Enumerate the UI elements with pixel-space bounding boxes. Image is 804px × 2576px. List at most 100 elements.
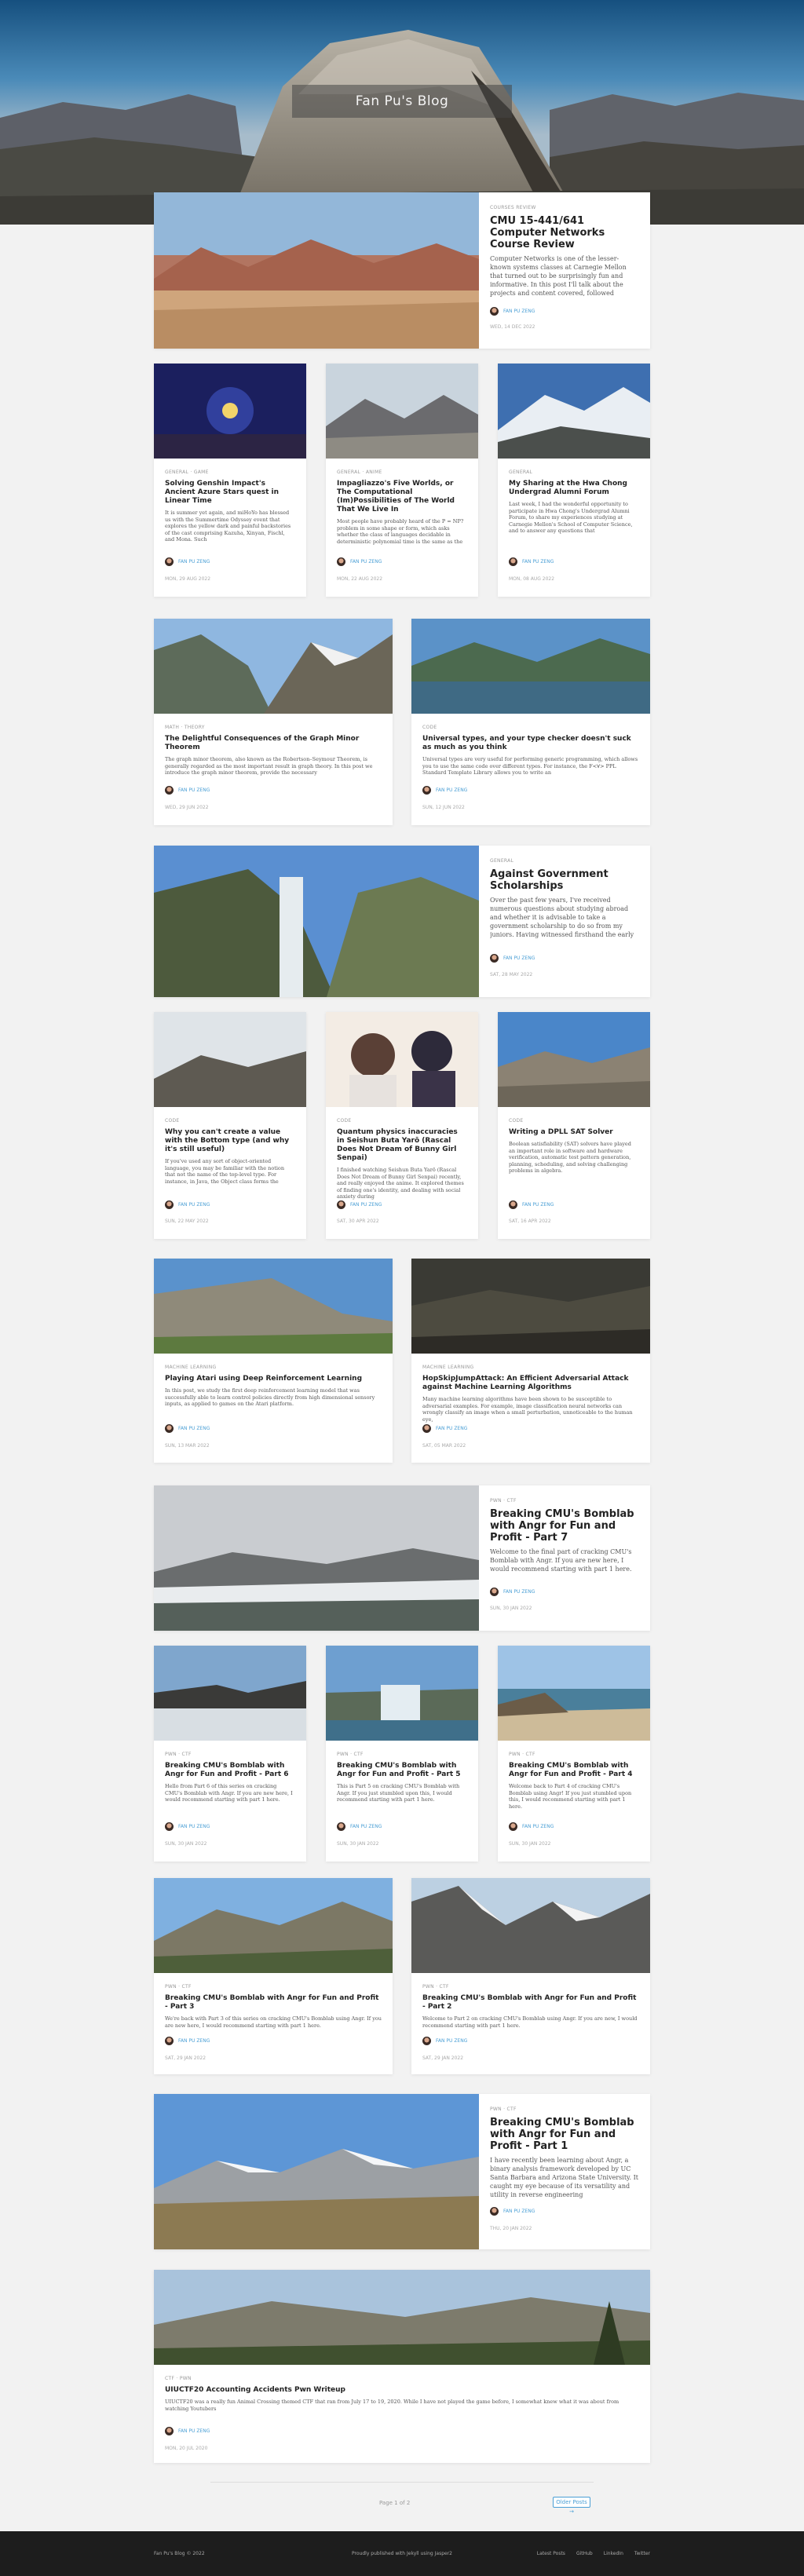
post-category[interactable]: Pwn · CTF (422, 1984, 639, 1990)
author-avatar[interactable] (490, 954, 499, 963)
author-avatar[interactable] (509, 1822, 517, 1831)
post-thumbnail[interactable] (154, 1878, 393, 1973)
post-card[interactable]: Pwn · CTF Breaking CMU's Bomblab with An… (154, 1646, 306, 1862)
post-category[interactable]: General · Game (165, 470, 295, 476)
author-avatar[interactable] (509, 557, 517, 566)
author-avatar[interactable] (509, 1200, 517, 1209)
post-card[interactable]: Math · Theory The Delightful Consequence… (154, 619, 393, 825)
post-category[interactable]: Courses Review (490, 205, 639, 211)
author-name[interactable]: Fan Pu Zeng (178, 1824, 210, 1829)
post-card[interactable]: Code Universal types, and your type chec… (411, 619, 650, 825)
post-category[interactable]: Machine Learning (422, 1365, 639, 1371)
post-card[interactable]: Code Quantum physics inaccuracies in Sei… (326, 1012, 478, 1239)
post-title[interactable]: Against Government Scholarships (490, 868, 639, 892)
post-title[interactable]: Quantum physics inaccuracies in Seishun … (337, 1128, 467, 1163)
post-category[interactable]: Code (165, 1118, 295, 1124)
author-name[interactable]: Fan Pu Zeng (436, 1426, 467, 1431)
post-thumbnail[interactable] (154, 2094, 479, 2249)
post-title[interactable]: Breaking CMU's Bomblab with Angr for Fun… (165, 1994, 382, 2011)
post-card[interactable]: CTF · Pwn UIUCTF20 Accounting Accidents … (154, 2270, 650, 2463)
author-name[interactable]: Fan Pu Zeng (178, 787, 210, 793)
footer-link-linkedin[interactable]: LinkedIn (604, 2551, 623, 2556)
post-title[interactable]: Writing a DPLL SAT Solver (509, 1128, 639, 1137)
author-name[interactable]: Fan Pu Zeng (178, 2038, 210, 2044)
post-card[interactable]: Code Writing a DPLL SAT Solver Boolean s… (498, 1012, 650, 1239)
author-avatar[interactable] (422, 2037, 431, 2045)
author-avatar[interactable] (337, 1200, 345, 1209)
post-card[interactable]: General · Game Solving Genshin Impact's … (154, 364, 306, 597)
post-category[interactable]: CTF · Pwn (165, 2376, 639, 2382)
author-avatar[interactable] (490, 1588, 499, 1596)
post-title[interactable]: UIUCTF20 Accounting Accidents Pwn Writeu… (165, 2386, 639, 2395)
post-thumbnail[interactable] (326, 364, 478, 459)
post-title[interactable]: The Delightful Consequences of the Graph… (165, 735, 382, 752)
post-thumbnail[interactable] (154, 364, 306, 459)
post-card[interactable]: General Against Government Scholarships … (154, 846, 650, 997)
author-avatar[interactable] (165, 1200, 174, 1209)
author-name[interactable]: Fan Pu Zeng (503, 955, 535, 961)
post-title[interactable]: Solving Genshin Impact's Ancient Azure S… (165, 480, 295, 506)
author-avatar[interactable] (490, 307, 499, 316)
author-name[interactable]: Fan Pu Zeng (503, 1589, 535, 1595)
post-title[interactable]: HopSkipJumpAttack: An Efficient Adversar… (422, 1375, 639, 1392)
author-avatar[interactable] (165, 1822, 174, 1831)
post-category[interactable]: General (509, 470, 639, 476)
post-title[interactable]: Breaking CMU's Bomblab with Angr for Fun… (337, 1762, 467, 1779)
post-thumbnail[interactable] (154, 1012, 306, 1107)
post-category[interactable]: Pwn · CTF (337, 1752, 467, 1758)
author-name[interactable]: Fan Pu Zeng (178, 2428, 210, 2434)
footer-link-latest-posts[interactable]: Latest Posts (537, 2551, 565, 2556)
post-title[interactable]: Breaking CMU's Bomblab with Angr for Fun… (165, 1762, 295, 1779)
author-name[interactable]: Fan Pu Zeng (522, 1824, 554, 1829)
author-name[interactable]: Fan Pu Zeng (350, 559, 382, 565)
author-avatar[interactable] (490, 2207, 499, 2216)
author-avatar[interactable] (165, 786, 174, 795)
post-card[interactable]: Pwn · CTF Breaking CMU's Bomblab with An… (154, 2094, 650, 2249)
site-title[interactable]: Fan Pu's Blog (292, 85, 512, 118)
author-avatar[interactable] (165, 557, 174, 566)
post-title[interactable]: Breaking CMU's Bomblab with Angr for Fun… (422, 1994, 639, 2011)
author-name[interactable]: Fan Pu Zeng (436, 787, 467, 793)
post-thumbnail[interactable] (154, 192, 479, 349)
author-avatar[interactable] (422, 1424, 431, 1433)
post-category[interactable]: Pwn · CTF (490, 1498, 639, 1504)
post-title[interactable]: Breaking CMU's Bomblab with Angr for Fun… (490, 2117, 639, 2152)
author-name[interactable]: Fan Pu Zeng (350, 1824, 382, 1829)
author-name[interactable]: Fan Pu Zeng (522, 559, 554, 565)
footer-link-twitter[interactable]: Twitter (634, 2551, 650, 2556)
post-category[interactable]: Pwn · CTF (490, 2106, 639, 2113)
post-title[interactable]: My Sharing at the Hwa Chong Undergrad Al… (509, 480, 639, 497)
author-avatar[interactable] (165, 2427, 174, 2435)
author-name[interactable]: Fan Pu Zeng (350, 1202, 382, 1208)
post-card[interactable]: Machine Learning Playing Atari using Dee… (154, 1259, 393, 1463)
post-thumbnail[interactable] (411, 1259, 650, 1354)
footer-powered-by[interactable]: Proudly published with Jekyll using Jasp… (325, 2551, 479, 2556)
post-category[interactable]: Pwn · CTF (509, 1752, 639, 1758)
post-category[interactable]: Math · Theory (165, 725, 382, 731)
post-card[interactable]: General My Sharing at the Hwa Chong Unde… (498, 364, 650, 597)
author-avatar[interactable] (422, 786, 431, 795)
post-title[interactable]: Breaking CMU's Bomblab with Angr for Fun… (509, 1762, 639, 1779)
author-avatar[interactable] (165, 2037, 174, 2045)
post-thumbnail[interactable] (154, 1259, 393, 1354)
post-thumbnail[interactable] (498, 364, 650, 459)
author-name[interactable]: Fan Pu Zeng (503, 2209, 535, 2214)
author-name[interactable]: Fan Pu Zeng (178, 559, 210, 565)
post-category[interactable]: General · Anime (337, 470, 467, 476)
post-title[interactable]: Breaking CMU's Bomblab with Angr for Fun… (490, 1508, 639, 1544)
author-name[interactable]: Fan Pu Zeng (178, 1202, 210, 1208)
post-thumbnail[interactable] (411, 619, 650, 714)
author-name[interactable]: Fan Pu Zeng (436, 2038, 467, 2044)
post-thumbnail[interactable] (411, 1878, 650, 1973)
post-thumbnail[interactable] (154, 1646, 306, 1741)
post-card[interactable]: Pwn · CTF Breaking CMU's Bomblab with An… (411, 1878, 650, 2074)
author-avatar[interactable] (337, 1822, 345, 1831)
post-thumbnail[interactable] (498, 1646, 650, 1741)
post-title[interactable]: Playing Atari using Deep Reinforcement L… (165, 1375, 382, 1383)
post-card[interactable]: General · Anime Impagliazzo's Five World… (326, 364, 478, 597)
post-card[interactable]: Machine Learning HopSkipJumpAttack: An E… (411, 1259, 650, 1463)
post-thumbnail[interactable] (154, 2270, 650, 2365)
post-title[interactable]: CMU 15-441/641 Computer Networks Course … (490, 215, 639, 250)
post-thumbnail[interactable] (154, 619, 393, 714)
author-name[interactable]: Fan Pu Zeng (503, 309, 535, 314)
